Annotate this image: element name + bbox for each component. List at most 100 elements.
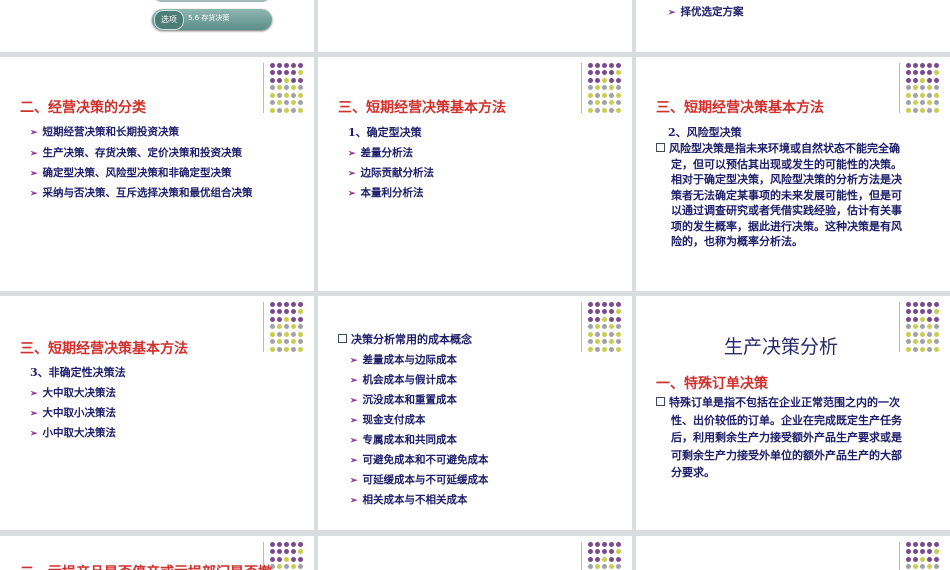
- dot: [920, 107, 925, 113]
- dot: [284, 346, 289, 352]
- slide-subtitle: 2、风险型决策: [668, 126, 742, 139]
- dot: [602, 542, 607, 547]
- dots-decoration-icon: [581, 302, 624, 352]
- dot: [595, 77, 600, 83]
- dot: [616, 331, 621, 337]
- dot: [616, 316, 621, 322]
- dots-decoration-icon: [899, 63, 942, 113]
- dot: [277, 542, 282, 547]
- dot: [934, 556, 939, 562]
- dot: [920, 564, 925, 570]
- dot: [913, 309, 918, 315]
- dot: [906, 549, 911, 555]
- slide-c[interactable]: 三、短期经营决策基本方法 2、风险型决策 风险型决策是指未来环境或自然状态不能完…: [636, 57, 950, 291]
- dot: [913, 346, 918, 352]
- dots-decoration-icon: [263, 63, 306, 113]
- list-item: ➢ 本量利分析法: [348, 187, 424, 199]
- slide-title: 一、特殊订单决策: [656, 376, 768, 392]
- dot: [284, 77, 289, 83]
- list-item: ➢ 差量分析法: [348, 147, 414, 159]
- dot: [284, 324, 289, 330]
- list-item: ➢ 可避免成本和不可避免成本: [350, 454, 489, 466]
- slide-a[interactable]: 二、经营决策的分类 ➢ 短期经营决策和长期投资决策 ➢ 生产决策、存货决策、定价决策…: [0, 57, 314, 291]
- dot: [906, 564, 911, 570]
- dot: [595, 331, 600, 337]
- pill-shadow: [152, 0, 272, 2]
- dot: [277, 549, 282, 555]
- nav-pill-button[interactable]: 选项 5.6 存货决策: [152, 9, 272, 30]
- dot: [934, 63, 939, 68]
- dot: [934, 324, 939, 330]
- dot: [609, 324, 614, 330]
- dot: [298, 302, 303, 307]
- slide-f[interactable]: 生产决策分析 一、特殊订单决策 特殊订单是指不包括在企业正常范围之内的一次 性、…: [636, 296, 950, 530]
- dot: [291, 70, 296, 76]
- list-item: ➢ 可延缓成本与不可延缓成本: [350, 474, 489, 486]
- dot: [284, 309, 289, 315]
- dot: [277, 92, 282, 98]
- arrow-icon: ➢: [350, 356, 358, 366]
- slide-row0-mid: [318, 0, 632, 52]
- arrow-icon: ➢: [668, 8, 676, 18]
- pill-icon: 选项: [154, 10, 184, 30]
- dot: [277, 107, 282, 113]
- paragraph: 特殊订单是指不包括在企业正常范围之内的一次 性、出价较低的订单。企业在完成既定生…: [656, 394, 946, 482]
- dot: [291, 85, 296, 91]
- list-item: ➢ 生产决策、存货决策、定价决策和投资决策: [30, 147, 243, 159]
- dot: [906, 346, 911, 352]
- list-item: ➢ 现金支付成本: [350, 414, 426, 426]
- dot: [906, 63, 911, 68]
- slide-e[interactable]: 决策分析常用的成本概念 ➢ 差量成本与边际成本 ➢ 机会成本与假计成本 ➢ 沉没成本和…: [318, 296, 632, 530]
- dot: [934, 564, 939, 570]
- dot: [298, 339, 303, 345]
- dot: [920, 339, 925, 345]
- dot: [927, 339, 932, 345]
- dot: [284, 564, 289, 570]
- dot: [927, 70, 932, 76]
- dot: [913, 556, 918, 562]
- dot: [602, 556, 607, 562]
- arrow-icon: ➢: [30, 429, 38, 439]
- dot: [291, 63, 296, 68]
- dot: [616, 346, 621, 352]
- dot: [270, 331, 275, 337]
- dot: [291, 309, 296, 315]
- arrow-icon: ➢: [348, 189, 356, 199]
- list-item: ➢ 机会成本与假计成本: [350, 374, 458, 386]
- dot: [277, 100, 282, 106]
- list-item: ➢ 大中取大决策法: [30, 387, 117, 399]
- dots-decoration-icon: [899, 302, 942, 352]
- slide-b[interactable]: 三、短期经营决策基本方法 1、确定型决策 ➢ 差量分析法 ➢ 边际贡献分析法 ➢ 本量…: [318, 57, 632, 291]
- dot: [616, 92, 621, 98]
- dot: [927, 85, 932, 91]
- dot: [277, 339, 282, 345]
- dot: [920, 324, 925, 330]
- slide-title: 二、经营决策的分类: [20, 100, 146, 116]
- slide-d[interactable]: 三、短期经营决策基本方法 3、非确定性决策法 ➢ 大中取大决策法 ➢ 大中取小决策法…: [0, 296, 314, 530]
- dot: [277, 346, 282, 352]
- dot: [927, 107, 932, 113]
- dot: [284, 542, 289, 547]
- square-bullet-icon: [656, 143, 665, 152]
- dot: [934, 316, 939, 322]
- slide-row3-right[interactable]: [636, 536, 950, 570]
- slide-row3-left[interactable]: 二、亏损产品是否停产或亏损部门是否撤: [0, 536, 314, 570]
- dot: [609, 63, 614, 68]
- arrow-icon: ➢: [350, 436, 358, 446]
- dot: [277, 316, 282, 322]
- dot: [934, 100, 939, 106]
- dot: [602, 564, 607, 570]
- dot: [291, 549, 296, 555]
- dot: [284, 63, 289, 68]
- dot: [616, 107, 621, 113]
- arrow-icon: ➢: [350, 376, 358, 386]
- dot: [270, 302, 275, 307]
- dot: [588, 556, 593, 562]
- dot: [913, 77, 918, 83]
- dot: [616, 542, 621, 547]
- slide-row3-mid[interactable]: [318, 536, 632, 570]
- slide-row0-right: ➢ 择优选定方案: [636, 0, 950, 52]
- dot: [609, 346, 614, 352]
- dot: [609, 70, 614, 76]
- list-item: ➢ 大中取小决策法: [30, 407, 117, 419]
